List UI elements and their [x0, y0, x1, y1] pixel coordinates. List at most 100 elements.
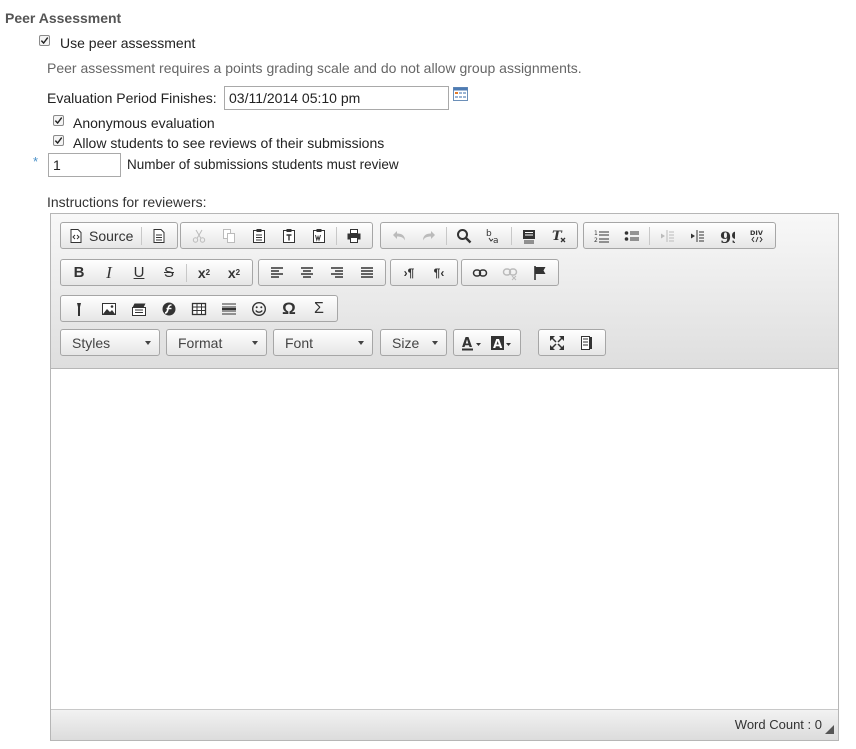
checkmark-icon [54, 117, 63, 125]
rtl-button[interactable]: ¶‹ [428, 262, 450, 284]
background-color-button[interactable]: A [491, 332, 513, 354]
show-blocks-button[interactable] [576, 332, 598, 354]
background-color-icon: A [491, 335, 511, 351]
horizontal-rule-icon [222, 303, 236, 314]
colors-group: A A [453, 329, 521, 356]
ltr-button[interactable]: ›¶ [398, 262, 420, 284]
allow-see-reviews-checkbox[interactable] [53, 135, 64, 146]
special-char-button[interactable]: Ω [278, 298, 300, 320]
select-all-icon [523, 229, 535, 243]
print-button[interactable] [343, 225, 365, 247]
paste-text-button[interactable] [278, 225, 300, 247]
cut-button[interactable] [188, 225, 210, 247]
font-combo-label: Font [285, 334, 314, 351]
paste-button[interactable] [248, 225, 270, 247]
section-title: Peer Assessment [5, 10, 122, 26]
math-button[interactable]: Σ [308, 298, 330, 320]
horizontal-rule-button[interactable] [218, 298, 240, 320]
align-center-button[interactable] [296, 262, 318, 284]
insert-accessible-button[interactable] [68, 298, 90, 320]
smiley-button[interactable] [248, 298, 270, 320]
required-marker: * [33, 154, 39, 169]
align-left-icon [271, 266, 283, 278]
new-page-button[interactable] [148, 225, 170, 247]
flash-icon [162, 302, 176, 315]
review-count-label: Number of submissions students must revi… [127, 157, 399, 172]
align-right-button[interactable] [326, 262, 348, 284]
chevron-down-icon [145, 340, 151, 345]
resize-handle-icon[interactable] [825, 725, 834, 734]
undo-icon [393, 230, 405, 240]
unlink-button[interactable] [499, 262, 521, 284]
svg-text:DIV: DIV [750, 229, 763, 237]
new-page-icon [153, 228, 165, 243]
list-group: 12 99 DIV [583, 222, 776, 249]
decrease-indent-button[interactable] [656, 225, 678, 247]
replace-button[interactable]: ba [483, 225, 505, 247]
size-combo-label: Size [392, 334, 420, 351]
superscript-button[interactable]: x2 [223, 262, 245, 284]
evaluation-period-label: Evaluation Period Finishes: [47, 90, 217, 106]
use-peer-assessment-checkbox[interactable] [39, 35, 50, 46]
document-group: Source [60, 222, 179, 249]
torch-icon [77, 302, 81, 316]
editor-content-area[interactable] [51, 369, 838, 710]
media-button[interactable] [128, 298, 150, 320]
select-all-button[interactable] [518, 225, 540, 247]
link-button[interactable] [469, 262, 491, 284]
increase-indent-button[interactable] [686, 225, 708, 247]
find-button[interactable] [453, 225, 475, 247]
svg-text:99: 99 [720, 228, 735, 244]
toolbar-separator [186, 263, 187, 282]
strikethrough-button[interactable]: S [158, 262, 180, 284]
numbered-list-button[interactable]: 12 [591, 225, 613, 247]
paste-word-button[interactable] [308, 225, 330, 247]
anonymous-evaluation-checkbox[interactable] [53, 115, 64, 126]
bulleted-list-button[interactable] [621, 225, 643, 247]
chevron-down-icon [252, 340, 258, 345]
bold-button[interactable]: B [68, 262, 90, 284]
image-button[interactable] [98, 298, 120, 320]
justify-button[interactable] [356, 262, 378, 284]
undo-button[interactable] [388, 225, 410, 247]
peer-assessment-note: Peer assessment requires a points gradin… [47, 60, 582, 76]
review-count-input[interactable] [48, 153, 121, 177]
maximize-icon [550, 335, 564, 350]
svg-text:a: a [493, 236, 499, 244]
paste-text-icon [283, 228, 295, 243]
checkmark-icon [40, 37, 49, 45]
anchor-button[interactable] [529, 262, 551, 284]
remove-format-button[interactable]: T [548, 225, 570, 247]
redo-button[interactable] [418, 225, 440, 247]
source-button[interactable]: Source [68, 225, 135, 247]
format-combo[interactable]: Format [166, 329, 267, 356]
subscript-button[interactable]: x2 [193, 262, 215, 284]
styles-combo-label: Styles [72, 334, 111, 351]
flash-button[interactable] [158, 298, 180, 320]
table-icon [191, 302, 207, 315]
copy-button[interactable] [218, 225, 240, 247]
create-div-button[interactable]: DIV [746, 225, 768, 247]
maximize-button[interactable] [546, 332, 568, 354]
styles-combo[interactable]: Styles [60, 329, 160, 356]
table-button[interactable] [188, 298, 210, 320]
size-combo[interactable]: Size [380, 329, 447, 356]
editor-toolbar: Source b a T 1 2 9 DIV B I U S x 2 x 2 ›… [51, 214, 838, 369]
align-left-button[interactable] [266, 262, 288, 284]
font-combo[interactable]: Font [273, 329, 373, 356]
blockquote-button[interactable]: 99 [716, 225, 738, 247]
unlink-icon [502, 267, 518, 280]
chevron-down-icon [432, 340, 438, 345]
allow-see-reviews-label: Allow students to see reviews of their s… [73, 135, 385, 151]
italic-button[interactable]: I [98, 262, 120, 284]
film-icon [132, 303, 146, 316]
anonymous-evaluation-label: Anonymous evaluation [73, 115, 215, 131]
svg-text:b: b [486, 229, 492, 239]
text-color-button[interactable]: A [461, 332, 483, 354]
paste-icon [253, 228, 265, 243]
underline-button[interactable]: U [128, 262, 150, 284]
evaluation-period-input[interactable] [224, 86, 449, 110]
link-icon [472, 268, 488, 277]
calendar-icon[interactable] [453, 87, 468, 101]
image-icon [102, 302, 116, 315]
